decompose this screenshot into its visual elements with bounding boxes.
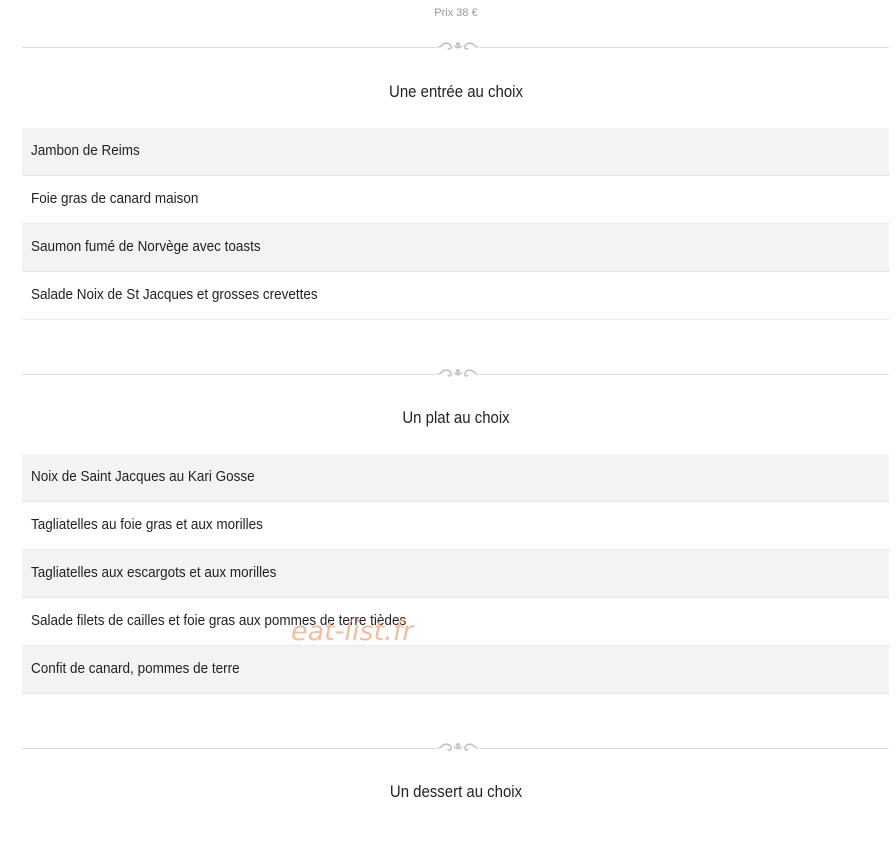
flourish-ornament-icon xyxy=(436,741,480,755)
plat-list: Noix de Saint Jacques au Kari Gosse Tagl… xyxy=(22,454,889,694)
watermark-text: eat-list.fr xyxy=(291,616,414,647)
list-item: Salade Noix de St Jacques et grosses cre… xyxy=(22,272,889,320)
list-item: Salade filets de cailles et foie gras au… xyxy=(22,598,889,646)
section-divider xyxy=(22,741,889,755)
list-item: Saumon fumé de Norvège avec toasts xyxy=(22,224,889,272)
list-item: Tagliatelles aux escargots et aux morill… xyxy=(22,550,889,598)
section-title-entree: Une entrée au choix xyxy=(389,82,523,101)
flourish-ornament-icon xyxy=(436,40,480,54)
section-title-dessert: Un dessert au choix xyxy=(389,782,523,801)
list-item: Confit de canard, pommes de terre xyxy=(22,646,889,694)
flourish-ornament-icon xyxy=(436,367,480,381)
list-item: Noix de Saint Jacques au Kari Gosse xyxy=(22,454,889,502)
section-divider xyxy=(22,367,889,381)
list-item: Foie gras de canard maison xyxy=(22,176,889,224)
section-title-plat: Un plat au choix xyxy=(402,408,510,427)
section-divider xyxy=(22,40,889,54)
list-item: Tagliatelles au foie gras et aux morille… xyxy=(22,502,889,550)
entree-list: Jambon de Reims Foie gras de canard mais… xyxy=(22,128,889,320)
list-item: Jambon de Reims xyxy=(22,128,889,176)
menu-price: Prix 38 € xyxy=(434,7,478,19)
